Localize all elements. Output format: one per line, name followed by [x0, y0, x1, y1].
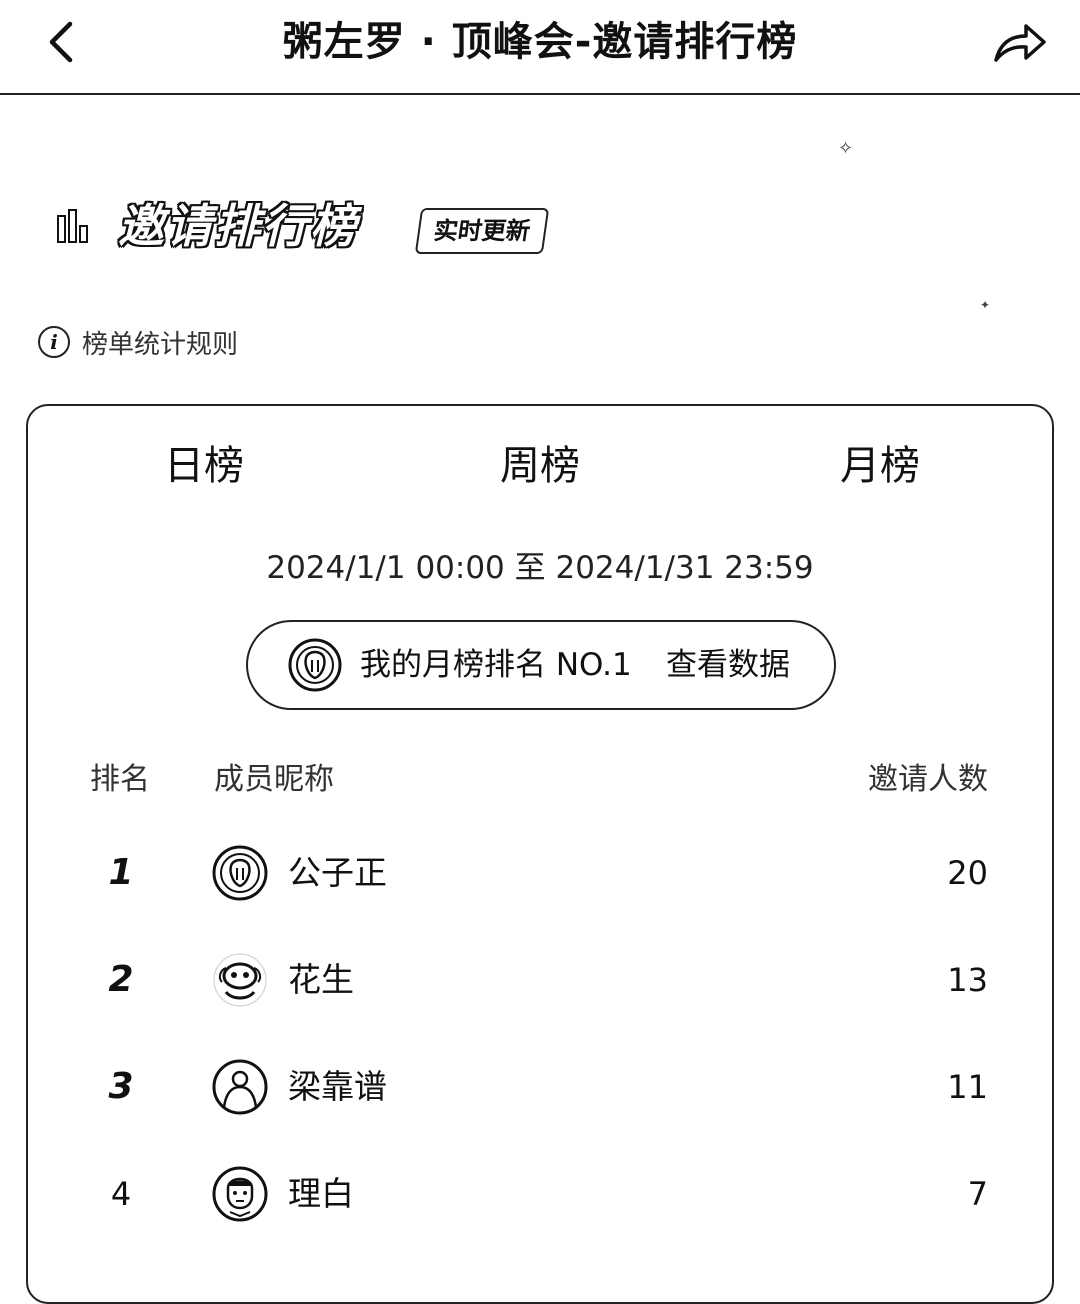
- avatar: [288, 638, 342, 692]
- rank-number: 4: [110, 1175, 132, 1213]
- tab-weekly[interactable]: 周榜: [440, 436, 640, 496]
- sparkle-decoration: ✦: [980, 298, 991, 312]
- top-navbar: 粥左罗 · 顶峰会-邀请排行榜: [0, 0, 1080, 95]
- header-name: 成员昵称: [214, 762, 334, 797]
- table-row[interactable]: 4 理白 7: [28, 1159, 1052, 1229]
- table-row[interactable]: 3 梁靠谱 11: [28, 1052, 1052, 1122]
- leaderboard-heading: 邀请排行榜: [118, 199, 358, 253]
- rules-link[interactable]: i 榜单统计规则: [38, 324, 238, 360]
- member-name: 理白: [288, 1174, 354, 1213]
- back-button[interactable]: [36, 14, 92, 70]
- share-arrow-icon: [994, 24, 1046, 62]
- invite-count: 11: [947, 1068, 988, 1106]
- rank-number: 2: [108, 959, 134, 1000]
- member-name: 花生: [288, 960, 354, 999]
- sparkle-decoration: ✧: [838, 138, 854, 159]
- header-count: 邀请人数: [868, 762, 988, 797]
- rules-label: 榜单统计规则: [82, 329, 239, 360]
- table-row[interactable]: 1 公子正 20: [28, 838, 1052, 908]
- bars-mark-icon: [57, 209, 88, 243]
- avatar: [212, 1059, 268, 1115]
- member-name: 公子正: [288, 853, 387, 892]
- rank-number: 1: [108, 852, 134, 893]
- realtime-badge: 实时更新: [414, 208, 550, 254]
- tab-daily[interactable]: 日榜: [104, 436, 304, 496]
- date-range: 2024/1/1 00:00 至 2024/1/31 23:59: [266, 550, 814, 586]
- my-rank-pill[interactable]: 我的月榜排名 NO.1 查看数据: [246, 620, 836, 710]
- share-button[interactable]: [990, 16, 1050, 68]
- info-icon: i: [38, 326, 70, 358]
- view-data-link[interactable]: 查看数据: [666, 622, 790, 708]
- tab-monthly[interactable]: 月榜: [780, 436, 980, 496]
- page-title: 粥左罗 · 顶峰会-邀请排行榜: [282, 19, 798, 65]
- invite-count: 20: [947, 854, 988, 892]
- avatar: [213, 953, 267, 1007]
- period-tabs: 日榜 周榜 月榜: [28, 436, 1052, 496]
- leaderboard-card: 日榜 周榜 月榜 2024/1/1 00:00 至 2024/1/31 23:5…: [26, 404, 1054, 1304]
- avatar: [212, 845, 268, 901]
- avatar: [212, 1166, 268, 1222]
- rank-number: 3: [108, 1066, 134, 1107]
- header-rank: 排名: [90, 762, 150, 797]
- table-row[interactable]: 2 花生 13: [28, 945, 1052, 1015]
- member-name: 梁靠谱: [288, 1067, 387, 1106]
- chevron-left-icon: [49, 21, 73, 63]
- invite-count: 13: [947, 961, 988, 999]
- my-rank-text: 我的月榜排名 NO.1: [360, 647, 632, 683]
- invite-count: 7: [967, 1175, 988, 1213]
